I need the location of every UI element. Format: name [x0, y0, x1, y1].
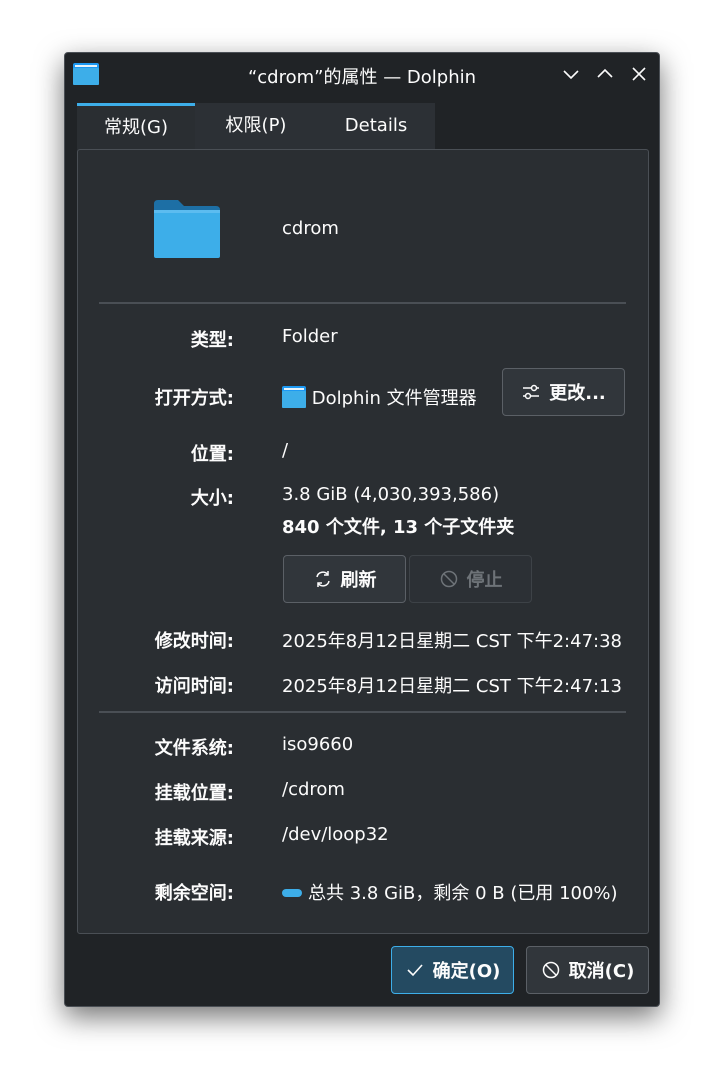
accessed-value: 2025年8月12日星期二 CST 下午2:47:13 [282, 676, 622, 697]
cancel-icon [542, 961, 559, 979]
location-value: / [282, 440, 289, 461]
stop-button-label: 停止 [466, 570, 503, 591]
general-panel: cdrom 类型: Folder 打开方式: Dolphin 文件管理器 更改.… [77, 149, 649, 934]
accessed-label: 访问时间: [154, 676, 234, 697]
open-with-app: Dolphin 文件管理器 [311, 388, 477, 409]
folder-large-icon[interactable] [154, 200, 220, 258]
tab-details[interactable]: Details [317, 103, 435, 149]
change-button-label: 更改... [549, 383, 606, 404]
properties-dialog: “cdrom”的属性 — Dolphin 常规(G) 权限(P) Details… [64, 52, 660, 1007]
maximize-button[interactable] [594, 63, 616, 85]
open-with-label: 打开方式: [154, 388, 234, 409]
mountpoint-label: 挂载位置: [154, 783, 234, 804]
close-button[interactable] [628, 63, 650, 85]
size-detail: 840 个文件, 13 个子文件夹 [282, 517, 515, 538]
size-label: 大小: [190, 488, 234, 509]
freespace-text: 总共 3.8 GiB，剩余 0 B (已用 100%) [308, 883, 618, 904]
settings-sliders-icon [523, 384, 540, 400]
separator [99, 711, 626, 713]
stop-button[interactable]: 停止 [409, 555, 532, 603]
chevron-up-icon [597, 68, 613, 78]
cancel-button-label: 取消(C) [568, 961, 635, 982]
close-icon [632, 67, 646, 81]
cancel-button[interactable]: 取消(C) [526, 946, 649, 994]
location-label: 位置: [190, 444, 234, 465]
checkmark-icon [407, 964, 423, 977]
dolphin-folder-icon [282, 386, 306, 408]
type-label: 类型: [190, 330, 234, 351]
tab-general[interactable]: 常规(G) [77, 103, 195, 152]
filesystem-label: 文件系统: [154, 738, 234, 759]
separator [99, 302, 626, 304]
mountsource-value: /dev/loop32 [282, 824, 389, 845]
chevron-down-icon [563, 70, 579, 80]
modified-label: 修改时间: [154, 631, 234, 652]
freespace-value: 总共 3.8 GiB，剩余 0 B (已用 100%) [282, 879, 618, 905]
tab-permissions[interactable]: 权限(P) [195, 103, 317, 149]
size-value: 3.8 GiB (4,030,393,586) [282, 484, 500, 505]
folder-name[interactable]: cdrom [282, 218, 339, 239]
modified-value: 2025年8月12日星期二 CST 下午2:47:38 [282, 631, 622, 652]
type-value: Folder [282, 326, 338, 347]
minimize-button[interactable] [560, 63, 582, 85]
ok-button[interactable]: 确定(O) [391, 946, 514, 994]
refresh-button[interactable]: 刷新 [283, 555, 406, 603]
usage-bar [282, 889, 302, 897]
title-bar: “cdrom”的属性 — Dolphin [65, 53, 659, 95]
refresh-button-label: 刷新 [340, 570, 377, 591]
stop-icon [440, 570, 457, 588]
change-button[interactable]: 更改... [502, 368, 625, 416]
filesystem-value: iso9660 [282, 734, 354, 755]
mountpoint-value: /cdrom [282, 779, 345, 800]
mountsource-label: 挂载来源: [154, 828, 234, 849]
freespace-label: 剩余空间: [154, 883, 234, 904]
open-with-value: Dolphin 文件管理器 [282, 384, 477, 410]
refresh-icon [315, 571, 330, 587]
ok-button-label: 确定(O) [432, 961, 501, 982]
